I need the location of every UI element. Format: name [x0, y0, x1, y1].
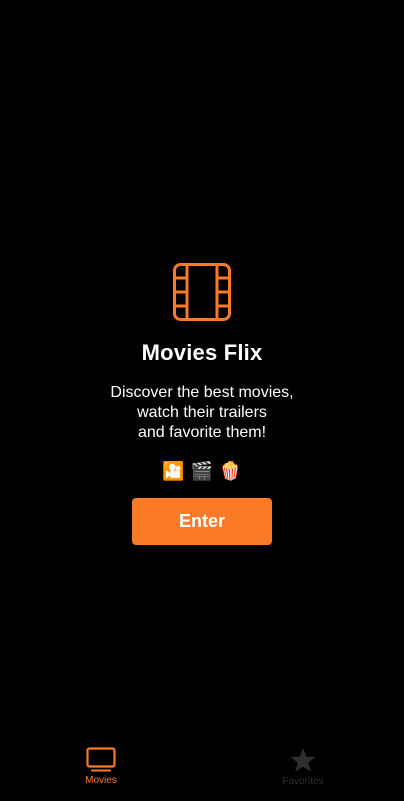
film-strip-icon [173, 263, 231, 321]
tv-icon [86, 747, 116, 772]
cinema-emoji: 🎦 [162, 461, 185, 481]
star-icon [290, 748, 316, 772]
tab-bar: Movies Favorites [0, 741, 404, 801]
tab-favorites-label: Favorites [282, 776, 324, 787]
tab-movies[interactable]: Movies [0, 741, 202, 801]
hero-section: Movies Flix Discover the best movies, wa… [0, 262, 404, 545]
emoji-row: 🎦 🎬 🍿 [162, 460, 241, 482]
popcorn-emoji: 🍿 [219, 461, 242, 481]
tab-movies-label: Movies [85, 775, 117, 786]
description-line: watch their trailers [137, 404, 267, 421]
clapper-emoji: 🎬 [190, 461, 214, 481]
app-description: Discover the best movies, watch their tr… [52, 383, 352, 443]
tab-favorites[interactable]: Favorites [202, 741, 404, 801]
description-line: Discover the best movies, [110, 384, 294, 401]
description-line: and favorite them! [137, 424, 267, 441]
enter-button[interactable]: Enter [132, 498, 272, 545]
welcome-screen: Movies Flix Discover the best movies, wa… [0, 0, 404, 801]
app-title: Movies Flix [141, 340, 263, 365]
